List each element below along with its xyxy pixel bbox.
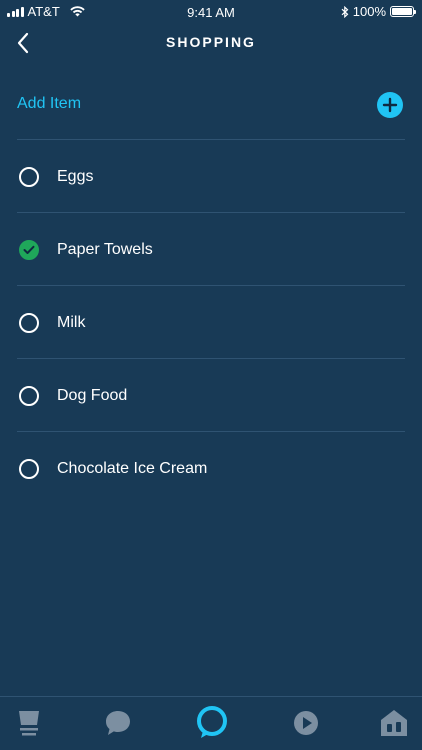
divider: [17, 212, 405, 213]
status-right: 100%: [341, 4, 416, 19]
add-item-button[interactable]: [377, 92, 403, 118]
tab-communicate[interactable]: [102, 707, 134, 739]
play-icon: [294, 711, 318, 735]
item-label: Milk: [57, 314, 86, 331]
tab-alexa[interactable]: [195, 704, 229, 742]
divider: [17, 431, 405, 432]
add-item-row[interactable]: Add Item: [17, 86, 405, 122]
tab-devices[interactable]: [378, 707, 410, 739]
divider: [17, 139, 405, 140]
list-item[interactable]: Eggs: [0, 141, 422, 213]
unchecked-circle-icon[interactable]: [19, 386, 39, 406]
home-icon: [19, 711, 39, 736]
devices-icon: [381, 710, 407, 736]
divider: [17, 358, 405, 359]
status-bar: AT&T 9:41 AM 100%: [0, 0, 422, 24]
item-label: Dog Food: [57, 387, 128, 404]
unchecked-circle-icon[interactable]: [19, 313, 39, 333]
page-title: SHOPPING: [166, 34, 256, 50]
item-label: Eggs: [57, 168, 94, 185]
alexa-icon: [197, 706, 227, 738]
header: SHOPPING: [0, 24, 422, 60]
list-item[interactable]: Dog Food: [0, 360, 422, 432]
unchecked-circle-icon[interactable]: [19, 459, 39, 479]
divider: [17, 285, 405, 286]
tab-bar: [0, 696, 422, 750]
bluetooth-icon: [341, 5, 349, 18]
tab-play[interactable]: [290, 707, 322, 739]
battery-icon: [390, 6, 416, 17]
list-item[interactable]: Paper Towels: [0, 214, 422, 286]
item-label: Paper Towels: [57, 241, 153, 258]
tab-home[interactable]: [13, 707, 45, 739]
plus-icon: [382, 97, 398, 113]
chat-icon: [106, 711, 130, 735]
list-item[interactable]: Milk: [0, 287, 422, 359]
checkmark-icon: [23, 245, 35, 254]
battery-percent: 100%: [352, 4, 386, 19]
item-label: Chocolate Ice Cream: [57, 460, 208, 477]
list-item[interactable]: Chocolate Ice Cream: [0, 433, 422, 505]
unchecked-circle-icon[interactable]: [19, 167, 39, 187]
checked-circle-icon[interactable]: [19, 240, 39, 260]
add-item-label[interactable]: Add Item: [17, 95, 81, 113]
